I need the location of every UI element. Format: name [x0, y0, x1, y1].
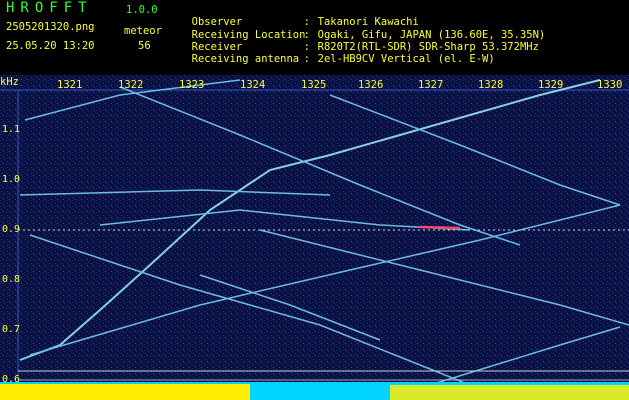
freq-tick-label: 1.1 — [2, 124, 21, 135]
file-name: 2505201320.png — [6, 21, 95, 33]
time-tick-label: 1324 — [240, 79, 266, 91]
spectrogram — [0, 75, 629, 400]
time-tick-label: 1325 — [301, 79, 327, 91]
time-tick-label: 1321 — [57, 79, 83, 91]
spectrogram-background — [0, 75, 629, 400]
info-row-antenna: Receiving antenna:2el-HB9CV Vertical (el… — [191, 53, 495, 65]
meteor-label: meteor — [124, 25, 162, 37]
signal-level-bar — [0, 382, 629, 400]
time-tick-label: 1326 — [358, 79, 384, 91]
freq-tick-label: 1.0 — [2, 174, 21, 185]
time-tick-label: 1329 — [538, 79, 564, 91]
freq-tick-label: 0.9 — [2, 224, 21, 235]
datetime: 25.05.20 13:20 — [6, 40, 95, 52]
time-tick-label: 1327 — [418, 79, 444, 91]
info-key: Receiving antenna — [191, 53, 300, 65]
time-tick-label: 1328 — [478, 79, 504, 91]
freq-tick-label: 0.8 — [2, 274, 21, 285]
freq-tick-label: 0.6 — [2, 374, 21, 385]
freq-tick-label: 0.7 — [2, 324, 21, 335]
app-title: HROFFT — [6, 0, 93, 16]
info-value: 2el-HB9CV Vertical (el. E-W) — [317, 53, 495, 65]
time-tick-label: 1330 — [597, 79, 623, 91]
app-version: 1.0.0 — [126, 4, 158, 16]
trace-hotspot — [419, 225, 461, 230]
time-tick-label: 1322 — [118, 79, 144, 91]
time-tick-label: 1323 — [179, 79, 205, 91]
meteor-count: 56 — [138, 40, 151, 52]
axis-unit-label: kHz — [0, 76, 19, 88]
